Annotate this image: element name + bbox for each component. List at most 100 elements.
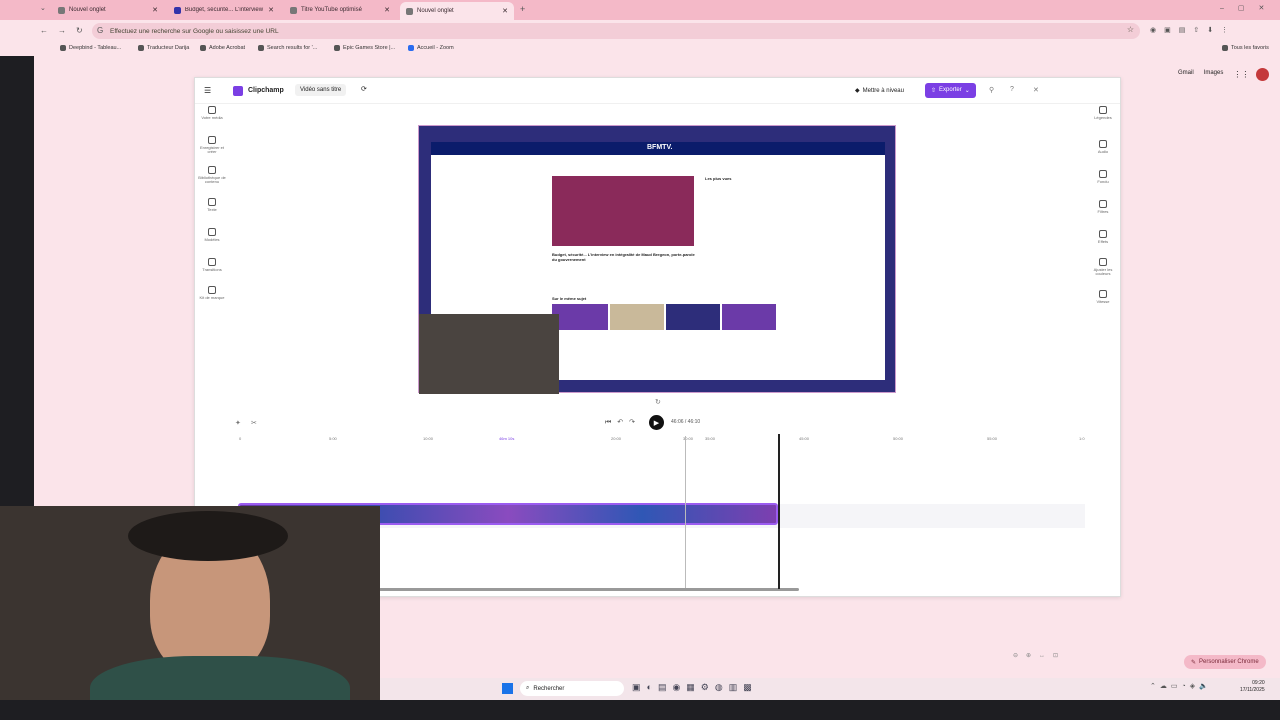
bookmark-icon bbox=[408, 45, 414, 51]
taskbar-apps[interactable]: ▣◐▤◉▦⚙◍▥▩ bbox=[632, 682, 758, 693]
all-bookmarks[interactable]: Tous les favoris bbox=[1222, 45, 1269, 51]
bookmark-item[interactable]: Epic Games Store |... bbox=[334, 45, 395, 51]
close-icon[interactable]: ✕ bbox=[152, 6, 158, 14]
fade-icon bbox=[1099, 170, 1107, 178]
back-icon[interactable]: ← bbox=[40, 26, 48, 35]
related-thumbnails bbox=[552, 304, 776, 330]
address-bar[interactable]: G Effectuez une recherche sur Google ou … bbox=[92, 23, 1140, 39]
upload-icon: ⇧ bbox=[931, 88, 937, 94]
bookmark-item[interactable]: Traducteur Darija bbox=[138, 45, 189, 51]
folder-icon bbox=[1222, 45, 1228, 51]
bookmark-item[interactable]: Adobe Acrobat bbox=[200, 45, 245, 51]
playback-controls[interactable]: ⏮↶↷ bbox=[605, 418, 641, 427]
timeline-scrollbar[interactable] bbox=[379, 588, 799, 591]
sync-icon[interactable]: ⟳ bbox=[361, 85, 367, 93]
transitions-icon bbox=[208, 258, 216, 266]
chevron-down-icon: ⌄ bbox=[964, 88, 970, 94]
sidebar-item-record[interactable]: Enregistrer et créer bbox=[197, 136, 227, 155]
sidebar-item-colors[interactable]: Ajuster les couleurs bbox=[1088, 258, 1118, 277]
gmail-link[interactable]: Gmail bbox=[1178, 70, 1194, 79]
apps-grid-icon[interactable]: ⋮⋮ bbox=[1233, 70, 1249, 79]
help-icon[interactable]: ? bbox=[1010, 86, 1014, 93]
bookmark-icon bbox=[60, 45, 66, 51]
bookmark-item[interactable]: Search results for '... bbox=[258, 45, 317, 51]
site-logo: BFMTV. bbox=[647, 144, 673, 151]
sidebar-item-effects[interactable]: Effets bbox=[1088, 230, 1118, 244]
diamond-icon: ◆ bbox=[855, 88, 860, 94]
search-icon: ⌕ bbox=[526, 685, 530, 691]
sidebar-item-media[interactable]: Votre média bbox=[197, 106, 227, 120]
bookmarks-bar: Deepbind - Tableau... Traducteur Darija … bbox=[0, 42, 1280, 56]
bookmark-icon bbox=[200, 45, 206, 51]
brand-kit-icon bbox=[208, 286, 216, 294]
library-icon bbox=[208, 166, 216, 174]
reload-icon[interactable]: ↻ bbox=[76, 26, 83, 35]
tab-budget-interview[interactable]: Budget, sécurité... L'interview e...✕ bbox=[168, 2, 280, 18]
webcam-feed bbox=[0, 506, 380, 720]
close-icon[interactable]: ✕ bbox=[502, 7, 508, 15]
bookmark-icon bbox=[258, 45, 264, 51]
upgrade-button[interactable]: ◆ Mettre à niveau bbox=[851, 85, 908, 96]
tab-titre-youtube[interactable]: Titre YouTube optimisé ✕ bbox=[284, 2, 396, 18]
tab-favicon bbox=[406, 7, 413, 15]
zoom-controls[interactable]: ⊖⊕↔⊡ bbox=[1013, 652, 1066, 659]
playhead[interactable] bbox=[778, 434, 780, 589]
sidebar-item-speed[interactable]: Vitesse bbox=[1088, 290, 1118, 304]
speed-icon bbox=[1099, 290, 1107, 298]
sidebar-item-brand-kit[interactable]: Kit de marque bbox=[197, 286, 227, 300]
windows-start-icon[interactable] bbox=[502, 683, 513, 694]
star-icon[interactable]: ☆ bbox=[1127, 25, 1134, 34]
ruler-tick: 1:0 bbox=[1079, 436, 1085, 441]
export-button[interactable]: ⇧ Exporter ⌄ bbox=[925, 83, 976, 98]
webcam-overlay bbox=[419, 314, 559, 394]
split-icon[interactable]: ✂ bbox=[251, 419, 257, 427]
tab-new-tab-active[interactable]: Nouvel onglet ✕ bbox=[400, 2, 514, 20]
profile-avatar[interactable] bbox=[1256, 68, 1269, 81]
sidebar-item-transitions[interactable]: Transitions bbox=[197, 258, 227, 272]
share-icon[interactable]: ⚲ bbox=[989, 86, 994, 94]
camera-icon bbox=[208, 136, 216, 144]
tab-search-icon[interactable]: ⌄ bbox=[40, 4, 46, 12]
ruler-tick: 35:00 bbox=[705, 436, 716, 441]
images-link[interactable]: Images bbox=[1204, 70, 1224, 79]
window-controls[interactable]: –▢✕ bbox=[1220, 4, 1278, 12]
tab-favicon bbox=[174, 6, 181, 14]
browser-tab-bar: Nouvel onglet ✕ Budget, sécurité... L'int… bbox=[0, 0, 1280, 20]
play-button[interactable]: ▶ bbox=[649, 415, 664, 430]
cursor-line bbox=[685, 436, 686, 588]
text-icon bbox=[208, 198, 216, 206]
taskbar-search[interactable]: ⌕ Rechercher bbox=[520, 681, 624, 696]
background-dark-strip-bottom bbox=[0, 700, 1280, 720]
close-icon[interactable]: ✕ bbox=[268, 6, 274, 14]
forward-icon[interactable]: → bbox=[58, 26, 66, 35]
ruler-tick: 20:00 bbox=[611, 436, 622, 441]
new-tab-button[interactable]: + bbox=[520, 4, 525, 14]
pencil-icon: ✎ bbox=[1191, 659, 1197, 666]
clipchamp-logo-icon bbox=[233, 86, 243, 96]
menu-icon[interactable]: ☰ bbox=[204, 86, 211, 95]
site-header: BFMTV. bbox=[431, 142, 885, 155]
taskbar-clock: 09:20 17/11/2025 bbox=[1240, 680, 1265, 693]
bookmark-item[interactable]: Deepbind - Tableau... bbox=[60, 45, 121, 51]
sidebar-item-fade[interactable]: Fondu bbox=[1088, 170, 1118, 184]
sidebar-item-text[interactable]: Texte bbox=[197, 198, 227, 212]
system-tray-icons[interactable]: ⌃☁▭◔◈🔈 bbox=[1150, 682, 1212, 690]
magic-icon[interactable]: ✦ bbox=[235, 419, 241, 427]
sidebar-item-filters[interactable]: Filtres bbox=[1088, 200, 1118, 214]
sidebar-item-captions[interactable]: Légendes bbox=[1088, 106, 1118, 120]
bookmark-item[interactable]: Accueil - Zoom bbox=[408, 45, 454, 51]
close-icon[interactable]: ✕ bbox=[384, 6, 390, 14]
sidebar-item-templates[interactable]: Modèles bbox=[197, 228, 227, 242]
customize-chrome-button[interactable]: ✎ Personnaliser Chrome bbox=[1184, 655, 1266, 669]
templates-icon bbox=[208, 228, 216, 236]
extensions-icons[interactable]: ◉▣▤⇧⬇⋮ bbox=[1150, 26, 1236, 34]
close-icon[interactable]: ✕ bbox=[1033, 86, 1039, 94]
sidebar-item-library[interactable]: Bibliothèque de contenu bbox=[197, 166, 227, 185]
rotate-icon[interactable]: ↻ bbox=[655, 398, 661, 406]
project-title-input[interactable]: Vidéo sans titre bbox=[295, 84, 347, 96]
ruler-tick: 55:00 bbox=[987, 436, 998, 441]
sidebar-item-audio[interactable]: Audio bbox=[1088, 140, 1118, 154]
article-headline: Budget, sécurité... L'interview en intég… bbox=[552, 252, 695, 262]
tab-new-tab-1[interactable]: Nouvel onglet ✕ bbox=[52, 2, 164, 18]
video-preview[interactable]: BFMTV. Budget, sécurité... L'interview e… bbox=[418, 125, 896, 394]
